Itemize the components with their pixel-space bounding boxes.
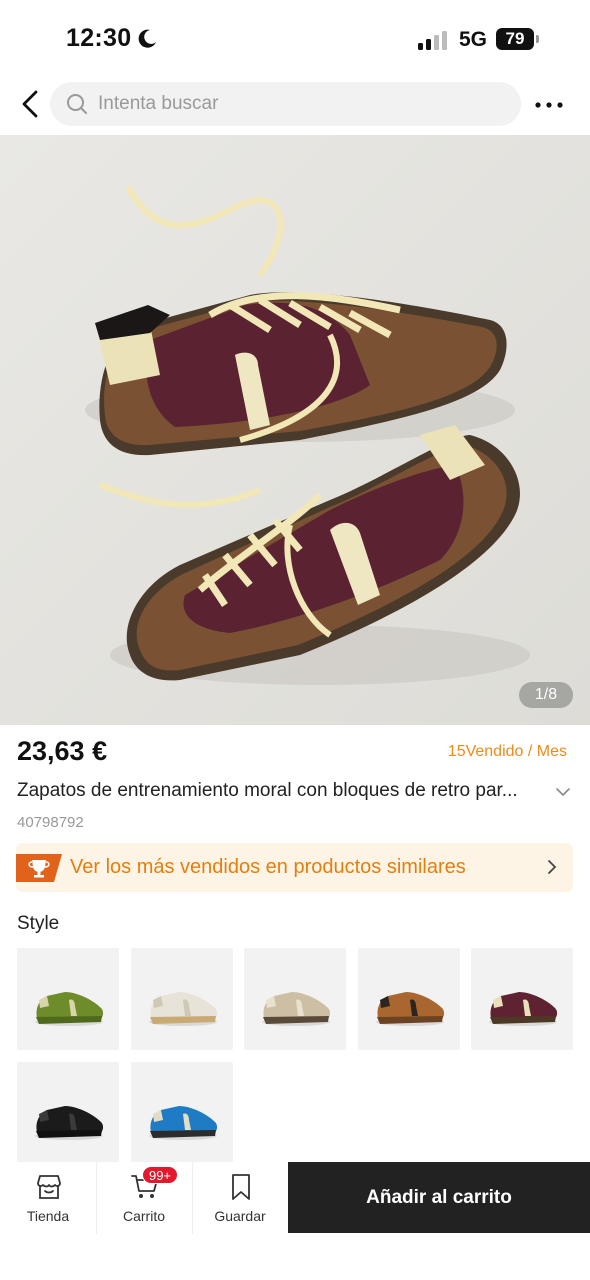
- status-bar: 12:30 5G 79: [0, 0, 590, 78]
- image-counter: 1/8: [519, 682, 573, 708]
- cart-label: Carrito: [122, 1208, 165, 1224]
- product-title: Zapatos de entrenamiento moral con bloqu…: [17, 780, 518, 801]
- monthly-sold: 15Vendido / Mes: [447, 743, 567, 760]
- signal-icon: [418, 31, 447, 50]
- style-option-black[interactable]: [17, 1062, 119, 1164]
- style-label: Style: [17, 913, 60, 934]
- style-option-white[interactable]: [131, 948, 233, 1050]
- bestsellers-text: Ver los más vendidos en productos simila…: [70, 856, 466, 878]
- shoe-thumbnail-icon: [489, 992, 558, 1026]
- shoe-thumbnail-icon: [149, 1106, 218, 1140]
- cart-count-badge: 99+: [142, 1166, 178, 1184]
- save-button[interactable]: Guardar: [192, 1162, 288, 1234]
- store-icon: [37, 1175, 61, 1199]
- search-bar[interactable]: [50, 82, 521, 126]
- shoe-thumbnail-icon: [149, 992, 218, 1026]
- product-price: 23,63 €: [17, 736, 108, 766]
- search-icon: [67, 94, 87, 114]
- more-options-icon[interactable]: [534, 90, 564, 120]
- store-button[interactable]: Tienda: [0, 1162, 96, 1234]
- style-option-burgundy[interactable]: [471, 948, 573, 1050]
- add-to-cart-button[interactable]: Añadir al carrito: [288, 1162, 590, 1233]
- shoe-thumbnail-icon: [35, 992, 104, 1026]
- shoe-thumbnail-icon: [376, 992, 445, 1026]
- bookmark-icon: [232, 1174, 250, 1200]
- back-arrow-icon[interactable]: [14, 86, 50, 122]
- chevron-down-icon[interactable]: [555, 784, 571, 800]
- style-option-green[interactable]: [17, 948, 119, 1050]
- search-header: [0, 78, 590, 134]
- status-time: 12:30: [66, 24, 132, 52]
- bottom-action-bar: Tienda Carrito 99+ Guardar Añadir al car…: [0, 1162, 590, 1280]
- save-label: Guardar: [214, 1208, 266, 1224]
- style-option-tan[interactable]: [358, 948, 460, 1050]
- product-image[interactable]: [0, 135, 590, 725]
- style-option-beige[interactable]: [244, 948, 346, 1050]
- product-title-row[interactable]: Zapatos de entrenamiento moral con bloqu…: [17, 780, 577, 808]
- trophy-icon: [16, 854, 62, 882]
- battery-level: 79: [496, 28, 534, 50]
- sneakers-photo: [0, 135, 590, 725]
- shoe-thumbnail-icon: [262, 992, 331, 1026]
- product-id: 40798792: [17, 814, 84, 831]
- search-input[interactable]: [98, 82, 498, 126]
- shoe-thumbnail-icon: [35, 1106, 104, 1140]
- bestsellers-banner[interactable]: Ver los más vendidos en productos simila…: [16, 843, 573, 892]
- battery-icon: 79: [496, 28, 540, 50]
- network-label: 5G: [459, 28, 488, 51]
- store-label: Tienda: [26, 1208, 70, 1224]
- style-option-blue[interactable]: [131, 1062, 233, 1164]
- chevron-right-icon: [548, 860, 557, 874]
- moon-icon: [138, 29, 156, 48]
